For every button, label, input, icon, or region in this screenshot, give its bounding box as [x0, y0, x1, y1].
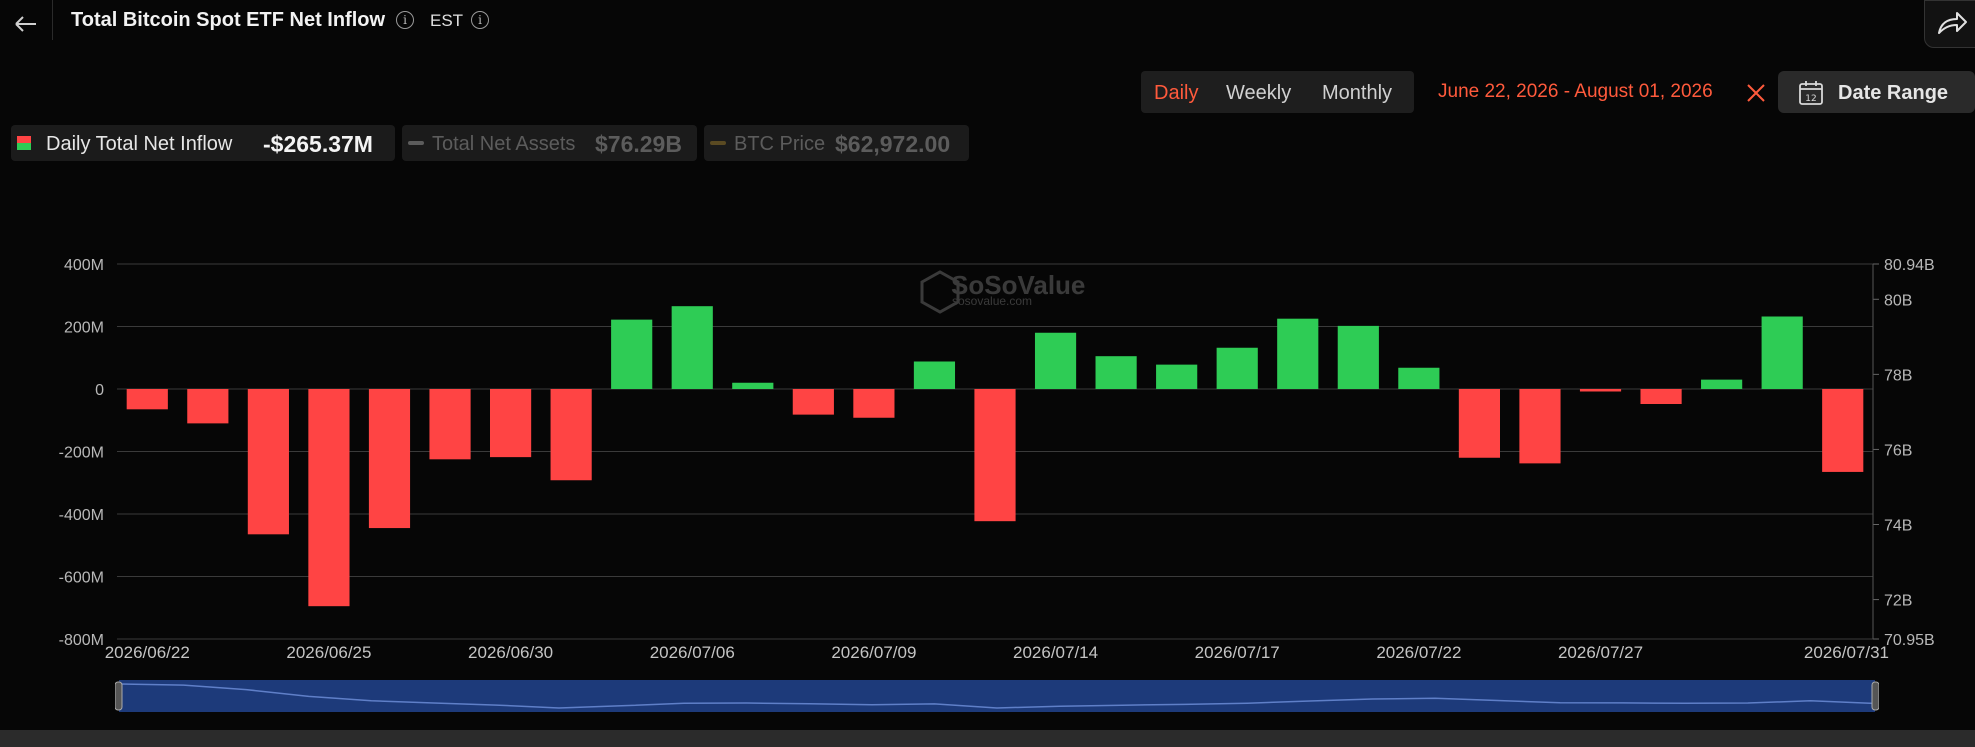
y-axis-right: 80.94B 80B 78B 76B 74B 72B 70.95B — [1872, 257, 1935, 649]
tab-weekly[interactable]: Weekly — [1226, 82, 1291, 105]
y-tick-label: 400M — [64, 257, 104, 274]
x-tick-label: 2026/07/22 — [1376, 643, 1461, 660]
bar — [126, 389, 168, 410]
watermark: SoSoValue sosovalue.com — [920, 270, 1085, 314]
y-tick-label: -200M — [59, 445, 104, 462]
bar — [1640, 389, 1682, 404]
bar — [1822, 389, 1864, 472]
x-tick-label: 2026/07/09 — [831, 643, 916, 660]
x-tick-label: 2026/06/25 — [286, 643, 371, 660]
y2-tick-label: 72B — [1884, 593, 1912, 610]
calendar-icon: 12 — [1799, 81, 1823, 105]
y-tick-label: -600M — [59, 570, 104, 587]
y-axis-left: 400M 200M 0 -200M -400M -600M -800M — [59, 257, 104, 649]
clear-range-icon[interactable] — [1745, 82, 1767, 104]
svg-text:12: 12 — [1805, 94, 1816, 104]
legend-line-icon — [710, 141, 726, 145]
bar — [489, 389, 532, 458]
bar — [187, 389, 229, 424]
legend-btc-price[interactable]: BTC Price $62,972.00 — [704, 125, 969, 161]
bar — [1337, 325, 1379, 389]
bar — [1458, 389, 1501, 458]
y2-tick-label: 80.94B — [1884, 257, 1935, 274]
x-axis: 2026/06/22 2026/06/25 2026/06/30 2026/07/06… — [105, 643, 1889, 660]
bar — [1095, 356, 1137, 389]
navigator-background — [119, 680, 1875, 712]
bar — [1519, 389, 1561, 464]
y2-tick-label: 78B — [1884, 367, 1912, 384]
watermark-site: sosovalue.com — [952, 294, 1032, 308]
bar — [974, 389, 1016, 522]
legend-label: Daily Total Net Inflow — [46, 133, 233, 155]
divider — [52, 0, 53, 40]
y-tick-label: -400M — [59, 507, 104, 524]
bar — [853, 389, 895, 418]
x-tick-label: 2026/07/31 — [1804, 643, 1889, 660]
back-arrow-icon[interactable] — [8, 4, 44, 40]
bar — [611, 319, 653, 389]
x-tick-label: 2026/07/06 — [650, 643, 735, 660]
bar — [1701, 379, 1743, 389]
top-bar: Total Bitcoin Spot ETF Net Inflow i EST … — [0, 0, 1975, 48]
legend-line-icon — [408, 141, 424, 145]
bar — [671, 306, 713, 389]
bar — [1277, 318, 1319, 389]
bar — [1216, 347, 1258, 389]
bar — [429, 389, 471, 460]
bar — [308, 389, 350, 607]
y-tick-label: -800M — [59, 632, 104, 649]
legend-swatch-icon — [17, 136, 31, 150]
date-range-button[interactable]: 12 Date Range — [1778, 71, 1975, 113]
bar — [550, 389, 592, 481]
legend-label: BTC Price — [734, 133, 826, 155]
legend-value: -$265.37M — [263, 131, 373, 157]
x-tick-label: 2026/07/27 — [1558, 643, 1643, 660]
bar — [368, 389, 411, 529]
bar — [1156, 364, 1198, 389]
range-navigator[interactable] — [115, 678, 1879, 714]
tab-monthly[interactable]: Monthly — [1322, 82, 1392, 105]
page-title: Total Bitcoin Spot ETF Net Inflow — [71, 9, 386, 31]
date-range-text: June 22, 2026 - August 01, 2026 — [1438, 81, 1713, 102]
x-tick-label: 2026/07/14 — [1013, 643, 1098, 660]
share-icon[interactable] — [1924, 0, 1975, 48]
bar — [913, 361, 956, 389]
horizontal-scrollbar[interactable] — [0, 730, 1975, 747]
navigator-right-handle[interactable] — [1871, 681, 1879, 711]
bars — [126, 306, 1864, 607]
timezone-label: EST — [430, 11, 464, 30]
bar — [1034, 332, 1077, 389]
period-switcher: Daily Weekly Monthly — [1141, 71, 1414, 113]
navigator-left-handle[interactable] — [115, 681, 123, 711]
y-tick-label: 0 — [95, 382, 104, 399]
bar — [732, 382, 774, 389]
legend-value: $76.29B — [595, 131, 682, 157]
legend-label: Total Net Assets — [432, 133, 576, 155]
legend-value: $62,972.00 — [835, 131, 951, 157]
y2-tick-label: 74B — [1884, 518, 1912, 535]
x-tick-label: 2026/06/22 — [105, 643, 190, 660]
tab-daily[interactable]: Daily — [1154, 82, 1198, 105]
y-tick-label: 200M — [64, 320, 104, 337]
y2-tick-label: 80B — [1884, 292, 1912, 309]
legend-total-net-assets[interactable]: Total Net Assets $76.29B — [402, 125, 697, 161]
bar — [1761, 316, 1803, 389]
y2-tick-label: 70.95B — [1884, 632, 1935, 649]
timezone-info-icon[interactable]: i — [471, 11, 489, 29]
bar — [247, 389, 289, 535]
date-range-label: Date Range — [1838, 82, 1949, 104]
bar — [792, 389, 834, 415]
bar — [1398, 367, 1440, 389]
legend-daily-net-inflow[interactable]: Daily Total Net Inflow -$265.37M — [11, 125, 395, 161]
x-tick-label: 2026/07/17 — [1195, 643, 1280, 660]
info-icon[interactable]: i — [396, 11, 414, 29]
bar — [1579, 389, 1622, 392]
y2-tick-label: 76B — [1884, 442, 1912, 459]
x-tick-label: 2026/06/30 — [468, 643, 553, 660]
net-inflow-chart[interactable]: SoSoValue sosovalue.com 400M 200M 0 -200M -4… — [0, 240, 1975, 660]
